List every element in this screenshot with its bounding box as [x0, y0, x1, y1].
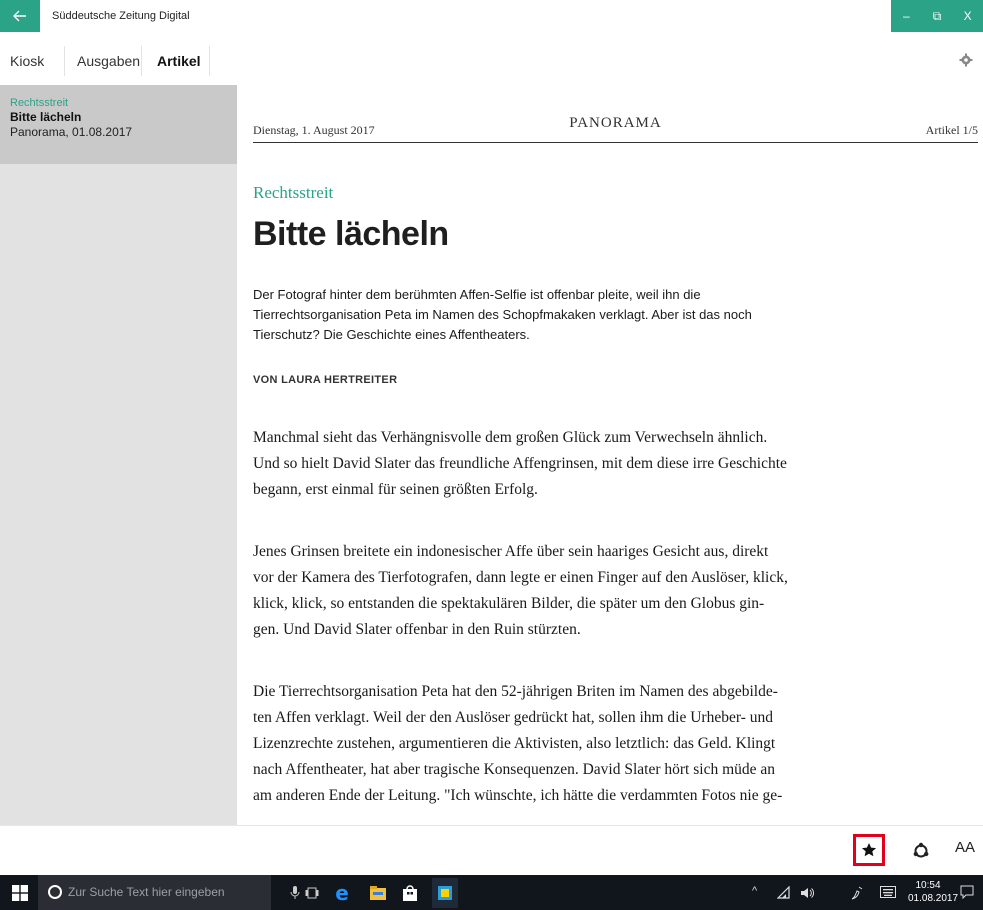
article-counter: Artikel 1/5	[925, 123, 978, 137]
paragraph-line: gen. Und David Slater offenbar in den Ru…	[253, 621, 581, 638]
taskbar-search-input[interactable]: Zur Suche Text hier eingeben	[38, 875, 271, 910]
favorite-button[interactable]	[853, 834, 885, 866]
paragraph-line: Lizenzrechte zustehen, argumentieren die…	[253, 735, 776, 752]
clock-time: 10:54	[915, 880, 941, 891]
sz-app-icon[interactable]	[432, 878, 458, 908]
paragraph-line: vor der Kamera des Tierfotografen, dann …	[253, 569, 788, 586]
tab-ausgaben[interactable]: Ausgaben	[77, 46, 140, 76]
article-section: PANORAMA	[569, 115, 662, 131]
article-view[interactable]: Dienstag, 1. August 2017 PANORAMA Artike…	[253, 85, 978, 825]
search-placeholder: Zur Suche Text hier eingeben	[68, 885, 225, 899]
paragraph-line: klick, klick, so entstanden die spektaku…	[253, 595, 765, 612]
close-button[interactable]: X	[952, 0, 983, 32]
article-headline: Bitte lächeln	[253, 215, 449, 253]
font-size-button[interactable]: AA	[955, 839, 975, 856]
paragraph-line: Jenes Grinsen breitete ein indonesischer…	[253, 543, 769, 560]
star-icon	[861, 843, 877, 857]
keyboard-icon[interactable]	[880, 886, 896, 898]
list-item-kicker: Rechtsstreit	[10, 97, 69, 109]
app-title: Süddeutsche Zeitung Digital	[52, 10, 190, 22]
main-nav: Kiosk Ausgaben Artikel	[0, 46, 983, 76]
teaser-line: Tierschutz? Die Geschichte eines Affenth…	[253, 327, 530, 342]
article-paragraph: Die Tierrechtsorganisation Peta hat den …	[253, 679, 813, 809]
volume-icon[interactable]	[800, 886, 814, 900]
windows-start-icon[interactable]	[12, 885, 28, 901]
list-item-title: Bitte lächeln	[10, 110, 82, 124]
notification-icon[interactable]	[960, 885, 974, 899]
nav-divider	[141, 46, 142, 76]
paragraph-line: am anderen Ende der Leitung. "Ich wünsch…	[253, 787, 783, 804]
arrow-left-icon	[13, 10, 26, 22]
share-button[interactable]	[908, 838, 934, 864]
nav-divider	[209, 46, 210, 76]
tab-kiosk[interactable]: Kiosk	[10, 46, 44, 76]
article-paragraph: Manchmal sieht das Verhängnisvolle dem g…	[253, 425, 813, 503]
title-bar: Süddeutsche Zeitung Digital – ⧉ X	[0, 0, 983, 32]
chevron-up-icon[interactable]: ^	[752, 885, 757, 897]
nav-divider	[64, 46, 65, 76]
wifi-icon[interactable]	[777, 886, 791, 900]
window-controls: – ⧉ X	[891, 0, 983, 32]
system-clock[interactable]: 10:54 01.08.2017	[908, 879, 959, 905]
store-icon[interactable]	[400, 883, 420, 903]
paragraph-line: Die Tierrechtsorganisation Peta hat den …	[253, 683, 778, 700]
teaser-line: Der Fotograf hinter dem berühmten Affen-…	[253, 287, 701, 302]
minimize-button[interactable]: –	[891, 0, 922, 32]
gear-icon[interactable]	[959, 53, 973, 67]
clock-date: 01.08.2017	[908, 893, 959, 904]
article-list-sidebar: Rechtsstreit Bitte lächeln Panorama, 01.…	[0, 85, 237, 825]
maximize-button[interactable]: ⧉	[922, 0, 953, 32]
edge-browser-icon[interactable]: e	[332, 881, 352, 905]
paragraph-line: begann, erst einmal für seinen größten E…	[253, 481, 538, 498]
article-teaser: Der Fotograf hinter dem berühmten Affen-…	[253, 285, 773, 345]
article-action-bar: AA	[0, 825, 983, 875]
article-author: VON LAURA HERTREITER	[253, 374, 398, 386]
paragraph-line: ten Affen verklagt. Weil der den Auslöse…	[253, 709, 773, 726]
paragraph-line: Manchmal sieht das Verhängnisvolle dem g…	[253, 429, 768, 446]
article-kicker: Rechtsstreit	[253, 183, 334, 202]
teaser-line: Tierrechtsorganisation Peta im Namen des…	[253, 307, 752, 322]
back-button[interactable]	[0, 0, 40, 32]
pen-icon[interactable]	[850, 885, 864, 901]
tab-artikel[interactable]: Artikel	[157, 46, 201, 76]
task-view-icon[interactable]	[302, 883, 322, 903]
list-item[interactable]: Rechtsstreit Bitte lächeln Panorama, 01.…	[0, 85, 237, 164]
paragraph-line: nach Affentheater, hat aber tragische Ko…	[253, 761, 776, 778]
windows-taskbar: Zur Suche Text hier eingeben e ^ 10:54 0…	[0, 875, 983, 910]
file-explorer-icon[interactable]	[368, 883, 388, 903]
paragraph-line: Und so hielt David Slater das freundlich…	[253, 455, 787, 472]
list-item-meta: Panorama, 01.08.2017	[10, 125, 133, 139]
article-paragraph: Jenes Grinsen breitete ein indonesischer…	[253, 539, 813, 643]
share-icon	[913, 842, 929, 858]
cortana-icon	[48, 885, 62, 899]
article-header: Dienstag, 1. August 2017 PANORAMA Artike…	[253, 113, 978, 143]
